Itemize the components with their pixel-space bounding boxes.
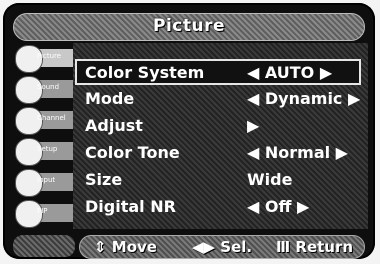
menu-item-color-system[interactable]: Color System ◀ AUTO ▶: [75, 59, 361, 85]
sidebar-item-sound[interactable]: Sound: [13, 74, 73, 104]
menu-item-size[interactable]: Size Wide: [77, 168, 359, 190]
osd-frame: Picture Picture Sound Channel Setup Inpu…: [3, 3, 375, 259]
sidebar-item-label: Picture: [37, 52, 62, 60]
sidebar-item-label: Setup: [37, 145, 58, 153]
return-hint: Ⅲ Return: [276, 238, 354, 256]
footer-decoration: [13, 235, 75, 257]
sidebar-item-channel[interactable]: Channel: [13, 105, 73, 135]
menu-item-label: Digital NR: [85, 197, 176, 216]
menu-item-digital-nr[interactable]: Digital NR ◀ Off ▶: [77, 195, 359, 217]
menu-item-value: ◀ AUTO ▶: [247, 63, 333, 82]
menu-item-label: Mode: [85, 89, 135, 108]
menu-item-color-tone[interactable]: Color Tone ◀ Normal ▶: [77, 141, 359, 163]
sidebar-item-label: PIP: [37, 207, 48, 215]
sidebar-item-picture[interactable]: Picture: [13, 43, 73, 73]
menu-item-label: Color Tone: [85, 143, 180, 162]
category-sidebar: Picture Sound Channel Setup Input PIP: [13, 43, 73, 231]
sidebar-item-label: Sound: [37, 83, 60, 91]
tv-screen: Picture Picture Sound Channel Setup Inpu…: [0, 0, 380, 264]
sidebar-item-input[interactable]: Input: [13, 167, 73, 197]
menu-item-label: Size: [85, 170, 123, 189]
menu-title: Picture: [152, 16, 225, 36]
sidebar-item-label: Input: [37, 176, 56, 184]
menu-item-mode[interactable]: Mode ◀ Dynamic ▶: [77, 87, 361, 109]
menu-item-value: ◀ Dynamic ▶: [247, 89, 361, 108]
picture-menu-panel: Color System ◀ AUTO ▶ Mode ◀ Dynamic ▶ A…: [73, 43, 368, 229]
menu-item-adjust[interactable]: Adjust ▶: [77, 114, 359, 136]
sidebar-item-pip[interactable]: PIP: [13, 198, 73, 228]
sidebar-item-label: Channel: [37, 114, 66, 122]
sidebar-item-setup[interactable]: Setup: [13, 136, 73, 166]
menu-item-value: Wide: [247, 170, 293, 189]
title-bar: Picture: [13, 13, 365, 41]
move-hint: ⇕ Move: [94, 238, 157, 256]
footer-hint-bar: ⇕ Move ◀▶ Sel. Ⅲ Return: [79, 235, 365, 259]
menu-item-value: ◀ Normal ▶: [247, 143, 348, 162]
menu-item-label: Adjust: [85, 116, 143, 135]
select-hint: ◀▶ Sel.: [192, 238, 253, 256]
menu-item-value: ◀ Off ▶: [247, 197, 310, 216]
menu-item-label: Color System: [85, 63, 205, 82]
menu-item-value: ▶: [247, 116, 260, 135]
